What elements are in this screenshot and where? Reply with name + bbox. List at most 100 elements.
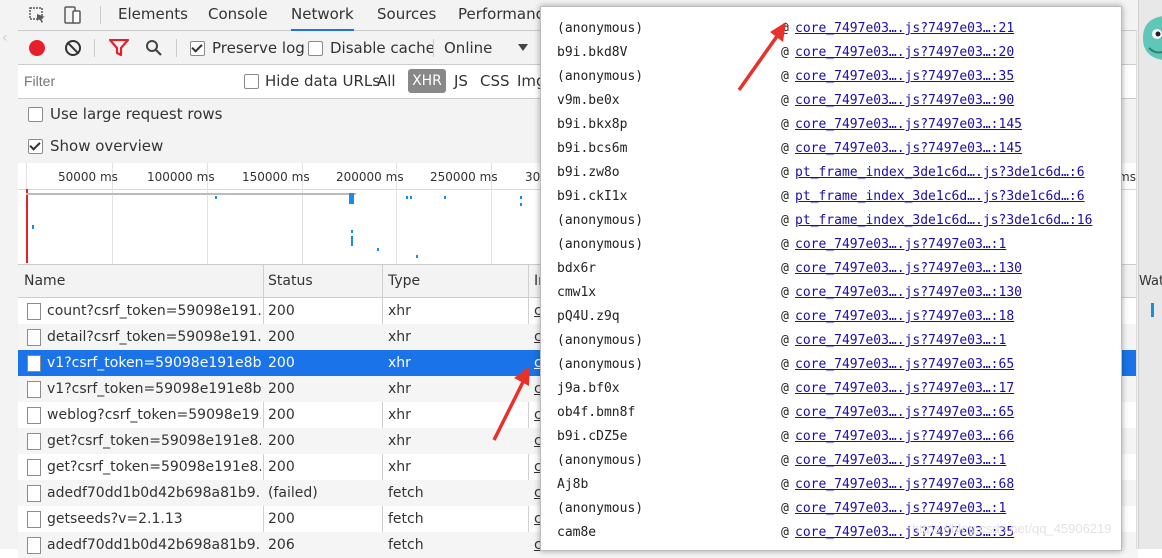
request-name[interactable]: detail?csrf_token=59098e191... <box>47 324 261 350</box>
large-rows-checkbox[interactable] <box>28 107 43 122</box>
stack-source-link[interactable]: pt_frame_index_3de1c6d….js?3de1c6d…:6 <box>795 161 1085 185</box>
disable-cache-checkbox[interactable] <box>308 41 323 56</box>
stack-source-link[interactable]: core_7497e03….js?7497e03…:90 <box>795 89 1014 113</box>
request-name[interactable]: get?csrf_token=59098e191e8... <box>47 454 261 480</box>
stack-source-link[interactable]: core_7497e03….js?7497e03…:1 <box>795 497 1006 521</box>
stack-source-link[interactable]: core_7497e03….js?7497e03…:1 <box>795 233 1006 257</box>
preserve-log-label: Preserve log <box>212 39 305 57</box>
stack-at: @ <box>781 117 789 132</box>
stack-frame: pQ4U.z9q @ core_7497e03….js?7497e03…:18 <box>541 305 1121 329</box>
stack-source-link[interactable]: core_7497e03….js?7497e03…:20 <box>795 41 1014 65</box>
stack-at: @ <box>781 333 789 348</box>
tab-console[interactable]: Console <box>208 0 268 29</box>
stack-source-link[interactable]: core_7497e03….js?7497e03…:18 <box>795 305 1014 329</box>
stack-source-link[interactable]: pt_frame_index_3de1c6d….js?3de1c6d…:6 <box>795 185 1085 209</box>
stack-frame: (anonymous) @ core_7497e03….js?7497e03…:1 <box>541 449 1121 473</box>
stack-frame: (anonymous) @ core_7497e03….js?7497e03…:1 <box>541 497 1121 521</box>
request-name[interactable]: weblog?csrf_token=59098e19... <box>47 402 261 428</box>
stack-function: b9i.ckI1x <box>557 189 628 204</box>
stack-function: (anonymous) <box>557 21 644 36</box>
stack-source-link[interactable]: core_7497e03….js?7497e03…:65 <box>795 353 1014 377</box>
filter-type-xhr[interactable]: XHR <box>408 69 446 93</box>
stack-frame: (anonymous) @ pt_frame_index_3de1c6d….js?3… <box>541 209 1121 233</box>
stack-at: @ <box>781 501 789 516</box>
stack-source-link[interactable]: core_7497e03….js?7497e03…:130 <box>795 257 1022 281</box>
column-name[interactable]: Name <box>24 265 65 297</box>
throttling-select[interactable]: Online <box>444 39 492 57</box>
request-type: fetch <box>388 485 424 501</box>
column-waterfall[interactable]: Wate <box>1139 274 1162 289</box>
request-type: xhr <box>388 329 411 345</box>
stack-source-link[interactable]: core_7497e03….js?7497e03…:66 <box>795 425 1014 449</box>
request-name[interactable]: getseeds?v=2.1.13 <box>47 506 261 532</box>
clear-icon[interactable] <box>65 40 81 56</box>
stack-frame: b9i.bcs6m @ core_7497e03….js?7497e03…:145 <box>541 137 1121 161</box>
file-icon <box>27 355 41 372</box>
tab-elements[interactable]: Elements <box>118 0 188 29</box>
hide-data-urls-checkbox[interactable] <box>244 74 259 89</box>
stack-source-link[interactable]: pt_frame_index_3de1c6d….js?3de1c6d…:16 <box>795 209 1092 233</box>
stack-function: j9a.bf0x <box>557 381 620 396</box>
stack-at: @ <box>781 93 789 108</box>
inspect-element-icon[interactable] <box>28 6 48 24</box>
request-name[interactable]: count?csrf_token=59098e191... <box>47 298 261 324</box>
filter-type-css[interactable]: CSS <box>480 72 510 90</box>
filter-type-js[interactable]: JS <box>454 72 468 90</box>
tab-performance[interactable]: Performance <box>458 0 553 29</box>
stack-source-link[interactable]: core_7497e03….js?7497e03…:65 <box>795 401 1014 425</box>
tick-label: 100000 ms <box>147 170 215 184</box>
request-type: fetch <box>388 511 424 527</box>
tick-label: 200000 ms <box>336 170 404 184</box>
device-toolbar-icon[interactable] <box>62 6 82 24</box>
stack-at: @ <box>781 165 789 180</box>
stack-function: cmw1x <box>557 285 597 300</box>
request-name[interactable]: get?csrf_token=59098e191e8... <box>47 428 261 454</box>
stack-frame: ob4f.bmn8f @ core_7497e03….js?7497e03…:65 <box>541 401 1121 425</box>
filter-icon[interactable] <box>108 38 130 61</box>
request-name[interactable]: v1?csrf_token=59098e191e8b... <box>47 376 261 402</box>
stack-frame: (anonymous) @ core_7497e03….js?7497e03…:65 <box>541 353 1121 377</box>
request-status: 200 <box>268 381 295 397</box>
tab-sources[interactable]: Sources <box>377 0 436 29</box>
stack-source-link[interactable]: core_7497e03….js?7497e03…:21 <box>795 17 1014 41</box>
stack-frame: Aj8b @ core_7497e03….js?7497e03…:68 <box>541 473 1121 497</box>
request-status: 200 <box>268 511 295 527</box>
show-overview-checkbox[interactable] <box>28 139 43 154</box>
stack-source-link[interactable]: core_7497e03….js?7497e03…:145 <box>795 113 1022 137</box>
record-button[interactable] <box>29 40 45 56</box>
hide-data-urls-label: Hide data URLs <box>265 72 381 90</box>
stack-frame: j9a.bf0x @ core_7497e03….js?7497e03…:17 <box>541 377 1121 401</box>
column-type[interactable]: Type <box>388 265 420 297</box>
stack-at: @ <box>781 381 789 396</box>
search-icon[interactable] <box>145 39 163 61</box>
stack-at: @ <box>781 213 789 228</box>
stack-function: (anonymous) <box>557 237 644 252</box>
chevron-down-icon[interactable] <box>518 44 528 51</box>
preserve-log-checkbox[interactable] <box>190 41 205 56</box>
stack-at: @ <box>781 309 789 324</box>
filter-input[interactable] <box>22 69 230 93</box>
stack-function: b9i.zw8o <box>557 165 620 180</box>
request-status: 200 <box>268 433 295 449</box>
stack-source-link[interactable]: core_7497e03….js?7497e03…:130 <box>795 281 1022 305</box>
file-icon <box>27 459 41 476</box>
tabbar-divider <box>100 6 101 24</box>
tab-network[interactable]: Network <box>291 0 354 31</box>
stack-function: (anonymous) <box>557 69 644 84</box>
request-name[interactable]: adedf70dd1b0d42b698a81b9... <box>47 480 261 506</box>
stack-function: b9i.bkd8V <box>557 45 628 60</box>
stack-source-link[interactable]: core_7497e03….js?7497e03…:145 <box>795 137 1022 161</box>
request-status: 200 <box>268 459 295 475</box>
request-name[interactable]: adedf70dd1b0d42b698a81b9... <box>47 532 261 558</box>
stack-source-link[interactable]: core_7497e03….js?7497e03…:1 <box>795 329 1006 353</box>
stack-source-link[interactable]: core_7497e03….js?7497e03…:68 <box>795 473 1014 497</box>
request-name[interactable]: v1?csrf_token=59098e191e8b... <box>47 350 261 376</box>
stack-at: @ <box>781 141 789 156</box>
column-status[interactable]: Status <box>268 265 313 297</box>
disable-cache-label: Disable cache <box>330 39 435 57</box>
filter-type-all[interactable]: All <box>377 72 396 90</box>
stack-at: @ <box>781 261 789 276</box>
stack-source-link[interactable]: core_7497e03….js?7497e03…:1 <box>795 449 1006 473</box>
stack-source-link[interactable]: core_7497e03….js?7497e03…:35 <box>795 65 1014 89</box>
stack-source-link[interactable]: core_7497e03….js?7497e03…:17 <box>795 377 1014 401</box>
